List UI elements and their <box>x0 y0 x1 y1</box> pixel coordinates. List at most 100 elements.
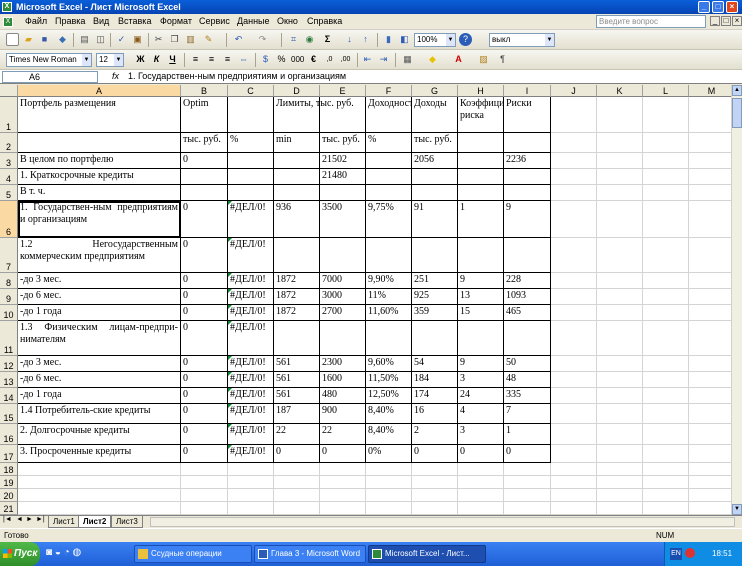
column-header-j[interactable]: J <box>551 85 597 97</box>
cell-h20[interactable] <box>458 489 504 502</box>
undo-icon[interactable]: ↶ <box>232 33 245 46</box>
menu-data[interactable]: Данные <box>237 16 270 26</box>
cell-i17[interactable]: 0 <box>504 445 551 463</box>
cell-b11[interactable]: 0 <box>181 321 228 356</box>
cell-j21[interactable] <box>551 502 597 515</box>
cell-i9[interactable]: 1093 <box>504 289 551 305</box>
align-right-icon[interactable]: ≡ <box>221 53 234 66</box>
cell-c9[interactable]: #ДЕЛ/0! <box>228 289 274 305</box>
cell-f3[interactable] <box>366 153 412 169</box>
research-icon[interactable]: ▣ <box>131 33 144 46</box>
cell-c10[interactable]: #ДЕЛ/0! <box>228 305 274 321</box>
cell-m10[interactable] <box>689 305 731 321</box>
column-header-h[interactable]: H <box>458 85 504 97</box>
cell-c8[interactable]: #ДЕЛ/0! <box>228 273 274 289</box>
cell-h19[interactable] <box>458 476 504 489</box>
cell-i19[interactable] <box>504 476 551 489</box>
cell-l5[interactable] <box>643 185 689 201</box>
cell-l2[interactable] <box>643 133 689 153</box>
cell-l15[interactable] <box>643 404 689 424</box>
name-box[interactable]: A6 <box>2 71 98 83</box>
task-excel[interactable]: Microsoft Excel - Лист... <box>368 545 486 563</box>
cell-e18[interactable] <box>320 463 366 476</box>
cell-j7[interactable] <box>551 238 597 273</box>
menu-edit[interactable]: Правка <box>55 16 85 26</box>
cell-i15[interactable]: 7 <box>504 404 551 424</box>
cell-i6[interactable]: 9 <box>504 201 551 238</box>
cell-f20[interactable] <box>366 489 412 502</box>
cell-i11[interactable] <box>504 321 551 356</box>
cell-a4[interactable]: 1. Краткосрочные кредиты <box>18 169 181 185</box>
cell-h5[interactable] <box>458 185 504 201</box>
cell-l7[interactable] <box>643 238 689 273</box>
cell-g9[interactable]: 925 <box>412 289 458 305</box>
cell-b10[interactable]: 0 <box>181 305 228 321</box>
column-header-k[interactable]: K <box>597 85 643 97</box>
cell-g4[interactable] <box>412 169 458 185</box>
paragraph-icon[interactable]: ¶ <box>496 53 509 66</box>
cell-e9[interactable]: 3000 <box>320 289 366 305</box>
cell-d6[interactable]: 936 <box>274 201 320 238</box>
cell-e13[interactable]: 1600 <box>320 372 366 388</box>
cell-m21[interactable] <box>689 502 731 515</box>
cell-k20[interactable] <box>597 489 643 502</box>
row-header-12[interactable]: 12 <box>0 356 18 372</box>
scroll-down-icon[interactable]: ▼ <box>732 504 742 515</box>
cell-e12[interactable]: 2300 <box>320 356 366 372</box>
row-header-16[interactable]: 16 <box>0 424 18 445</box>
cell-f12[interactable]: 9,60% <box>366 356 412 372</box>
cell-d1[interactable]: Лимиты, тыс. руб. <box>274 97 354 133</box>
spelling-icon[interactable]: ✓ <box>115 33 128 46</box>
chart-wizard-icon[interactable]: ▮ <box>382 33 395 46</box>
cell-l14[interactable] <box>643 388 689 404</box>
cell-f17[interactable]: 0% <box>366 445 412 463</box>
cell-i3[interactable]: 2236 <box>504 153 551 169</box>
cell-j9[interactable] <box>551 289 597 305</box>
cell-h3[interactable] <box>458 153 504 169</box>
cell-k5[interactable] <box>597 185 643 201</box>
cell-b9[interactable]: 0 <box>181 289 228 305</box>
copy-icon[interactable]: ❐ <box>168 33 181 46</box>
redo-icon[interactable]: ↷ <box>256 33 269 46</box>
tab-nav-first-icon[interactable]: |◄ <box>3 516 12 523</box>
cell-k16[interactable] <box>597 424 643 445</box>
formula-input[interactable]: 1. Государствен-ным предприятиям и орган… <box>128 71 346 81</box>
maximize-button[interactable]: □ <box>712 1 724 13</box>
row-header-9[interactable]: 9 <box>0 289 18 305</box>
sheet-tab-2[interactable]: Лист2 <box>78 516 112 528</box>
cell-l19[interactable] <box>643 476 689 489</box>
cell-g20[interactable] <box>412 489 458 502</box>
cell-b15[interactable]: 0 <box>181 404 228 424</box>
cell-e15[interactable]: 900 <box>320 404 366 424</box>
cell-b14[interactable]: 0 <box>181 388 228 404</box>
column-header-i[interactable]: I <box>504 85 551 97</box>
minimize-button[interactable]: _ <box>698 1 710 13</box>
cell-i12[interactable]: 50 <box>504 356 551 372</box>
cell-h7[interactable] <box>458 238 504 273</box>
cell-c4[interactable] <box>228 169 274 185</box>
autosum-icon[interactable]: Σ <box>321 33 334 46</box>
cell-a11[interactable]: 1.3 Физическим лицам-предпри-нимателям <box>18 321 181 356</box>
cell-d7[interactable] <box>274 238 320 273</box>
row-header-11[interactable]: 11 <box>0 321 18 356</box>
increase-indent-icon[interactable]: ⇥ <box>377 53 390 66</box>
cell-i1[interactable]: Риски <box>504 97 551 133</box>
cell-l17[interactable] <box>643 445 689 463</box>
cell-l8[interactable] <box>643 273 689 289</box>
permission-icon[interactable]: ◆ <box>56 33 69 46</box>
cell-j20[interactable] <box>551 489 597 502</box>
cell-d9[interactable]: 1872 <box>274 289 320 305</box>
cell-j19[interactable] <box>551 476 597 489</box>
cell-j2[interactable] <box>551 133 597 153</box>
cell-b17[interactable]: 0 <box>181 445 228 463</box>
cell-e19[interactable] <box>320 476 366 489</box>
cell-b3[interactable]: 0 <box>181 153 228 169</box>
borders-icon[interactable]: ▦ <box>401 53 414 66</box>
cell-a10[interactable]: -до 1 года <box>18 305 181 321</box>
row-header-2[interactable]: 2 <box>0 133 18 153</box>
style-select[interactable]: выкл ▼ <box>489 33 555 47</box>
cell-h14[interactable]: 24 <box>458 388 504 404</box>
cell-f9[interactable]: 11% <box>366 289 412 305</box>
cell-g10[interactable]: 359 <box>412 305 458 321</box>
percent-button[interactable]: % <box>275 53 288 66</box>
